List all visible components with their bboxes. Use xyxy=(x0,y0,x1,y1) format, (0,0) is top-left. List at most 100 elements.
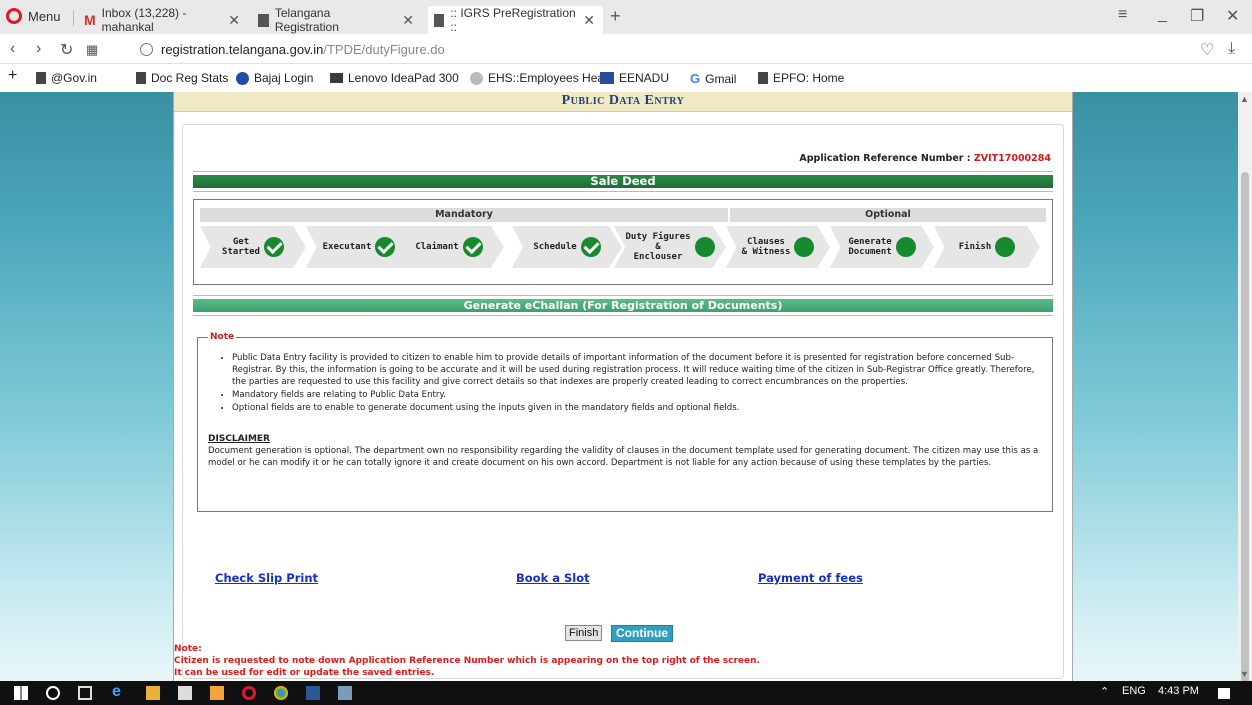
close-tab-icon[interactable]: ✕ xyxy=(228,12,240,29)
disclaimer-text: Document generation is optional. The dep… xyxy=(208,446,1039,468)
book-a-slot-link[interactable]: Book a Slot xyxy=(516,571,590,585)
step-label: Clauses & Witness xyxy=(741,237,791,257)
bookmark-bajaj-login[interactable]: Bajaj Login xyxy=(236,71,313,85)
scroll-up-icon[interactable]: ▲ xyxy=(1240,94,1249,104)
download-icon[interactable]: ⤓ xyxy=(1228,40,1235,58)
step-clauses-witness[interactable]: Clauses & Witness xyxy=(726,226,830,268)
step-executant[interactable]: Executant xyxy=(306,226,412,268)
task-view-icon[interactable] xyxy=(78,686,92,700)
opera-taskbar-icon[interactable] xyxy=(242,686,256,700)
note-list: Public Data Entry facility is provided t… xyxy=(208,352,1042,414)
bookmark-doc-reg-stats[interactable]: Doc Reg Stats xyxy=(136,71,228,85)
bookmark-gmail[interactable]: G Gmail xyxy=(690,71,736,86)
scroll-down-icon[interactable]: ▼ xyxy=(1240,669,1249,679)
opera-menu-button[interactable]: Menu xyxy=(6,8,61,24)
tray-chevron-icon[interactable]: ⌃ xyxy=(1100,685,1109,698)
new-tab-button[interactable]: + xyxy=(610,6,621,27)
step-label: Get Started xyxy=(222,237,260,257)
note-item: Optional fields are to enable to generat… xyxy=(232,402,1042,414)
divider xyxy=(193,315,1053,316)
add-bookmark-icon[interactable]: + xyxy=(8,67,17,85)
checkmark-icon xyxy=(263,237,284,257)
bookmark-label: EPFO: Home xyxy=(773,71,845,85)
url-field[interactable]: registration.telangana.gov.in/TPDE/dutyF… xyxy=(140,38,1200,60)
close-tab-icon[interactable]: ✕ xyxy=(583,12,595,29)
progress-steps: Mandatory Optional Get Started Executant… xyxy=(193,199,1053,285)
windows-start-icon[interactable] xyxy=(14,686,28,700)
bookmark-epfo[interactable]: EPFO: Home xyxy=(758,71,844,85)
close-window-icon[interactable]: ✕ xyxy=(1226,6,1239,26)
speed-dial-icon[interactable]: ▦ xyxy=(86,42,98,58)
gmail-icon: M xyxy=(84,12,96,28)
divider xyxy=(193,295,1053,296)
page-scrollbar[interactable]: ▲ ▼ xyxy=(1238,92,1252,692)
application-reference: Application Reference Number : ZVIT17000… xyxy=(799,153,1051,164)
minimize-icon[interactable]: _ xyxy=(1158,6,1167,24)
file-explorer-icon[interactable] xyxy=(146,686,160,700)
bookmarks-bar: + @Gov.in Doc Reg Stats Bajaj Login Leno… xyxy=(0,64,1252,92)
continue-button[interactable]: Continue xyxy=(611,625,673,642)
media-icon[interactable] xyxy=(210,686,224,700)
sale-deed-bar: Sale Deed xyxy=(193,175,1053,188)
reference-label: Application Reference Number : xyxy=(799,153,974,164)
step-claimant[interactable]: Claimant xyxy=(394,226,504,268)
menu-label: Menu xyxy=(28,8,61,24)
checkmark-icon xyxy=(375,237,396,257)
chrome-icon[interactable] xyxy=(274,686,288,700)
page-icon xyxy=(136,72,146,84)
tab-gmail-inbox[interactable]: M Inbox (13,228) - mahankal ✕ xyxy=(78,6,248,34)
bookmark-label: @Gov.in xyxy=(51,71,97,85)
step-duty-figures[interactable]: Duty Figures & Enclouser xyxy=(614,226,726,268)
word-icon[interactable] xyxy=(306,686,320,700)
tab-menu-icon[interactable]: ≡ xyxy=(1118,6,1127,24)
forward-icon[interactable]: › xyxy=(36,40,41,58)
step-finish[interactable]: Finish xyxy=(934,226,1040,268)
back-icon[interactable]: ‹ xyxy=(10,40,15,58)
divider xyxy=(193,191,1053,192)
store-icon[interactable] xyxy=(178,686,192,700)
bookmark-gov-in[interactable]: @Gov.in xyxy=(36,71,97,85)
tab-igrs-preregistration[interactable]: :: IGRS PreRegistration :: ✕ xyxy=(428,6,603,34)
status-dot-icon xyxy=(895,237,916,257)
step-label: Claimant xyxy=(415,242,459,252)
tab-separator xyxy=(73,10,74,26)
search-icon[interactable] xyxy=(46,686,60,700)
google-icon: G xyxy=(690,71,701,86)
restore-icon[interactable]: ❐ xyxy=(1190,6,1204,26)
close-tab-icon[interactable]: ✕ xyxy=(402,12,414,29)
form-panel: Application Reference Number : ZVIT17000… xyxy=(182,124,1064,679)
edge-icon[interactable]: e xyxy=(112,683,126,700)
notifications-icon[interactable] xyxy=(1218,688,1230,699)
tab-telangana-registration[interactable]: Telangana Registration ✕ xyxy=(252,6,422,34)
page-icon xyxy=(758,72,768,84)
reload-icon[interactable]: ↻ xyxy=(60,40,73,60)
clock[interactable]: 4:43 PM xyxy=(1158,685,1199,697)
checkmark-icon xyxy=(462,237,483,257)
bookmark-label: EHS::Employees Hea xyxy=(488,71,605,85)
step-label: Duty Figures & Enclouser xyxy=(625,232,691,262)
notepad-icon[interactable] xyxy=(338,686,352,700)
step-generate-document[interactable]: Generate Document xyxy=(830,226,934,268)
note-item: Mandatory fields are relating to Public … xyxy=(232,389,1042,401)
scrollbar-thumb[interactable] xyxy=(1241,172,1249,692)
finish-button[interactable]: Finish xyxy=(565,625,603,641)
globe-icon xyxy=(140,42,153,56)
tab-title: Telangana Registration xyxy=(274,6,339,34)
bookmark-label: Doc Reg Stats xyxy=(151,71,229,85)
eenadu-icon xyxy=(600,72,614,84)
bookmark-eenadu[interactable]: EENADU xyxy=(600,71,669,85)
step-schedule[interactable]: Schedule xyxy=(512,226,622,268)
bookmark-lenovo[interactable]: Lenovo IdeaPad 300 xyxy=(330,71,459,85)
url-path: /TPDE/dutyFigure.do xyxy=(323,41,445,57)
heart-icon[interactable]: ♡ xyxy=(1200,40,1214,60)
opera-logo-icon xyxy=(6,8,22,24)
step-label: Executant xyxy=(322,242,372,252)
bookmark-ehs[interactable]: EHS::Employees Hea xyxy=(470,71,604,85)
step-get-started[interactable]: Get Started xyxy=(200,226,306,268)
payment-of-fees-link[interactable]: Payment of fees xyxy=(758,571,863,585)
bottom-note-title: Note: xyxy=(174,644,202,654)
language-indicator[interactable]: ENG xyxy=(1122,685,1146,697)
page-icon xyxy=(434,13,445,27)
check-slip-print-link[interactable]: Check Slip Print xyxy=(215,571,318,585)
checkmark-icon xyxy=(580,237,601,257)
